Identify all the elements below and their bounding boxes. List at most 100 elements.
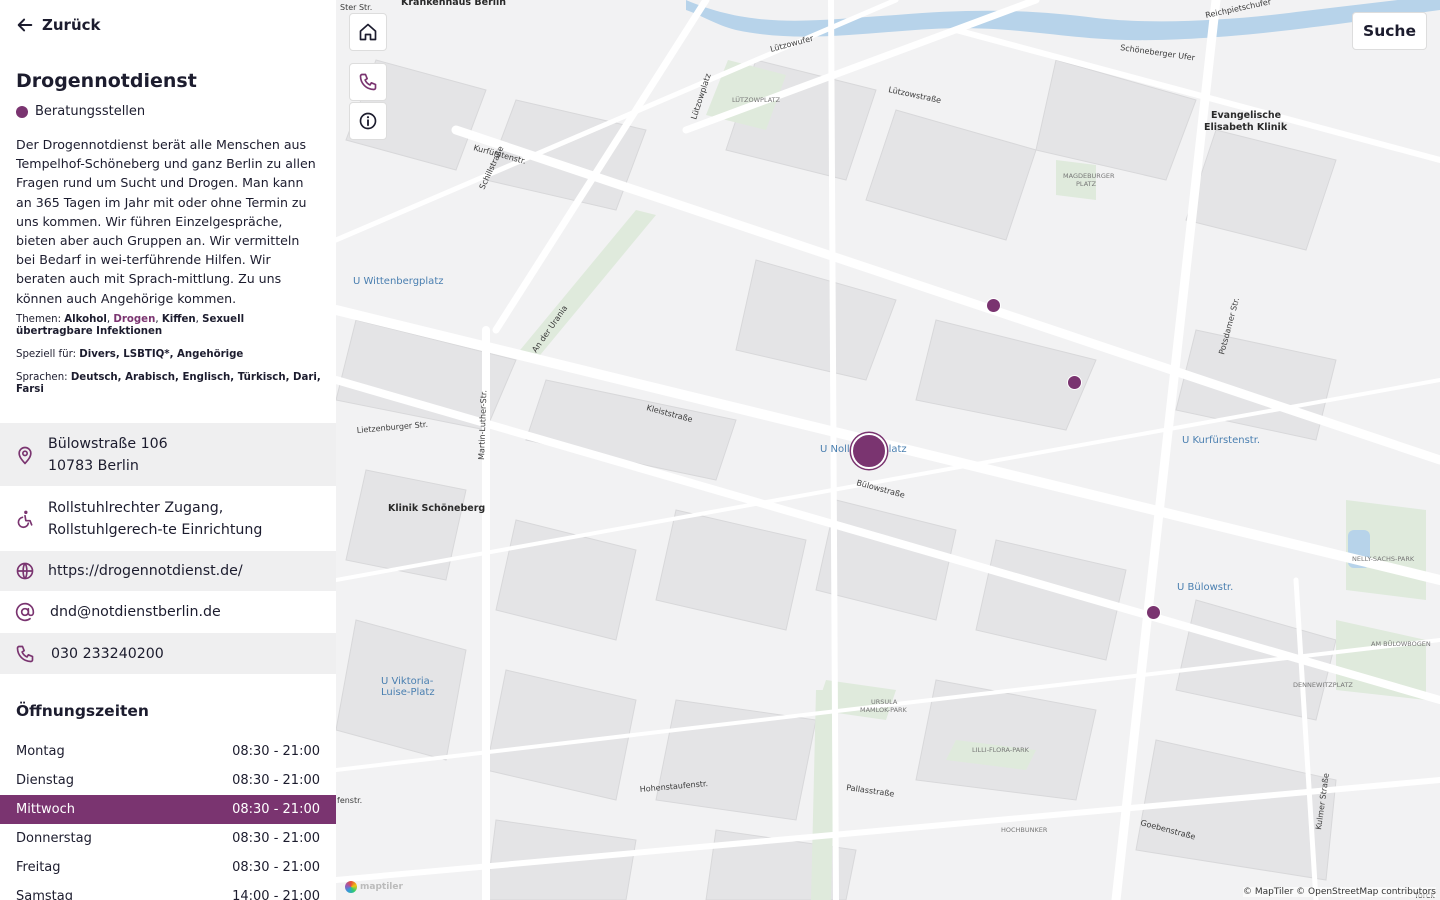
hours-time: 08:30 - 21:00 (232, 773, 320, 788)
phone-icon (14, 643, 36, 665)
hours-day: Donnerstag (16, 831, 92, 846)
themes: Themen: Alkohol, Drogen, Kiffen, Sexuell… (16, 314, 245, 337)
street-label: Lietzenburger Str. (356, 420, 428, 435)
maptiler-logo[interactable]: maptiler (345, 881, 403, 893)
street-label: Pallasstraße (846, 783, 895, 799)
arrow-left-icon (17, 18, 33, 32)
street-label: An der Urania (530, 304, 569, 354)
hours-day: Freitag (16, 860, 61, 875)
theme-kiffen[interactable]: Kiffen (162, 314, 196, 325)
park-label: URSULA (871, 698, 898, 706)
map-marker[interactable] (1067, 375, 1082, 390)
map-marker[interactable] (1146, 605, 1161, 620)
languages: Sprachen: Deutsch, Arabisch, Englisch, T… (16, 372, 322, 396)
opening-hours-title: Öffnungszeiten (16, 702, 149, 720)
phone-map-button[interactable] (349, 63, 387, 101)
maptiler-logo-text: maptiler (360, 882, 403, 892)
location-pin-icon (14, 444, 36, 466)
address-text: Bülowstraße 106 10783 Berlin (48, 433, 328, 477)
park-label: DENNEWITZPLATZ (1293, 681, 1353, 689)
poi-label: Evangelische (1211, 110, 1281, 121)
category-label: Beratungsstellen (35, 104, 146, 119)
street-label: Schöneberger Ufer (1120, 43, 1197, 62)
accessibility-text: Rollstuhlrechter Zugang, Rollstuhlgerech… (48, 499, 263, 538)
hours-time: 08:30 - 21:00 (232, 744, 320, 759)
park-label: NELLY-SACHS-PARK (1352, 555, 1415, 563)
back-label: Zurück (42, 16, 101, 34)
theme-alkohol[interactable]: Alkohol (64, 314, 107, 325)
station-label: U Bülowstr. (1177, 582, 1233, 593)
category-dot-icon (16, 105, 28, 118)
park-label: LÜTZOWPLATZ (732, 95, 781, 104)
hours-row-dienstag: Dienstag 08:30 - 21:00 (0, 766, 336, 795)
theme-drogen[interactable]: Drogen (113, 314, 155, 325)
hours-row-mittwoch-today: Mittwoch 08:30 - 21:00 (0, 795, 336, 824)
hours-row-samstag: Samstag 14:00 - 21:00 (0, 882, 336, 900)
at-sign-icon (14, 601, 36, 623)
website-row: https://drogennotdienst.de/ (0, 551, 336, 591)
poi-label: Klinik Schöneberg (388, 503, 485, 514)
languages-label: Sprachen: (16, 372, 68, 383)
detail-panel: Zurück Drogennotdienst Beratungsstellen … (0, 0, 336, 900)
street-label: Lützowufer (769, 34, 815, 54)
themes-label: Themen: (16, 314, 62, 325)
description: Der Drogennotdienst berät alle Menschen … (16, 137, 316, 306)
hours-day: Samstag (16, 889, 73, 900)
special-value: Divers, LSBTIQ*, Angehörige (79, 349, 244, 360)
phone-link[interactable]: 030 233240200 (51, 643, 331, 665)
hours-row-donnerstag: Donnerstag 08:30 - 21:00 (0, 824, 336, 853)
poi-label: Elisabeth Klinik (1204, 122, 1288, 133)
hours-row-montag: Montag 08:30 - 21:00 (0, 737, 336, 766)
hours-row-freitag: Freitag 08:30 - 21:00 (0, 853, 336, 882)
park-label: LILLI-FLORA-PARK (972, 746, 1030, 754)
info-button[interactable] (349, 102, 387, 140)
info-icon (359, 112, 377, 130)
park-label: MAMLOK-PARK (860, 706, 908, 714)
address-city: 10783 Berlin (48, 457, 139, 474)
special-label: Speziell für: (16, 349, 77, 360)
street-label: Ster Str. (340, 3, 372, 12)
phone-icon (359, 73, 377, 91)
map-canvas[interactable]: Krankenhaus Berlin Evangelische Elisabet… (336, 0, 1440, 900)
accessibility-row: Rollstuhlrechter Zugang, Rollstuhlgerech… (0, 487, 336, 550)
park-label: MAGDEBURGER (1063, 172, 1115, 180)
home-icon (359, 23, 377, 41)
hours-time: 08:30 - 21:00 (232, 802, 320, 817)
station-label: U Wittenbergplatz (353, 276, 443, 287)
website-link[interactable]: https://drogennotdienst.de/ (48, 560, 328, 582)
hours-day: Dienstag (16, 773, 74, 788)
hours-day: Mittwoch (16, 802, 75, 817)
map-marker[interactable] (986, 298, 1001, 313)
hours-time: 14:00 - 21:00 (232, 889, 320, 900)
email-link[interactable]: dnd@notdienstberlin.de (50, 601, 330, 623)
street-label: Lützowstraße (888, 85, 942, 105)
station-label: U Viktoria- (381, 676, 434, 687)
phone-row: 030 233240200 (0, 633, 336, 674)
page-title: Drogennotdienst (16, 70, 197, 92)
park-label: PLATZ (1076, 180, 1097, 188)
special-for: Speziell für: Divers, LSBTIQ*, Angehörig… (16, 349, 322, 361)
map[interactable]: Krankenhaus Berlin Evangelische Elisabet… (336, 0, 1440, 900)
address-street: Bülowstraße 106 (48, 435, 168, 452)
email-row: dnd@notdienstberlin.de (0, 592, 336, 632)
map-attribution[interactable]: © MapTiler © OpenStreetMap contributors (1242, 887, 1436, 897)
wheelchair-icon (14, 508, 36, 530)
street-label: fenstr. (337, 796, 362, 805)
hours-day: Montag (16, 744, 65, 759)
back-button[interactable]: Zurück (16, 16, 101, 34)
park-label: AM BÜLOWBOGEN (1371, 639, 1431, 648)
home-button[interactable] (349, 13, 387, 51)
address-row: Bülowstraße 106 10783 Berlin (0, 423, 336, 486)
map-canal (686, 0, 1440, 41)
globe-icon (14, 560, 36, 582)
hours-time: 08:30 - 21:00 (232, 860, 320, 875)
search-button[interactable]: Suche (1352, 12, 1427, 50)
opening-hours-table: Montag 08:30 - 21:00 Dienstag 08:30 - 21… (0, 737, 336, 900)
map-marker-selected[interactable] (851, 433, 887, 469)
category-badge: Beratungsstellen (16, 104, 145, 119)
hours-time: 08:30 - 21:00 (232, 831, 320, 846)
maptiler-logo-icon (345, 881, 357, 893)
station-label: U Kurfürstenstr. (1182, 435, 1260, 446)
station-label: Luise-Platz (381, 687, 435, 698)
park-label: HOCHBUNKER (1001, 826, 1048, 834)
